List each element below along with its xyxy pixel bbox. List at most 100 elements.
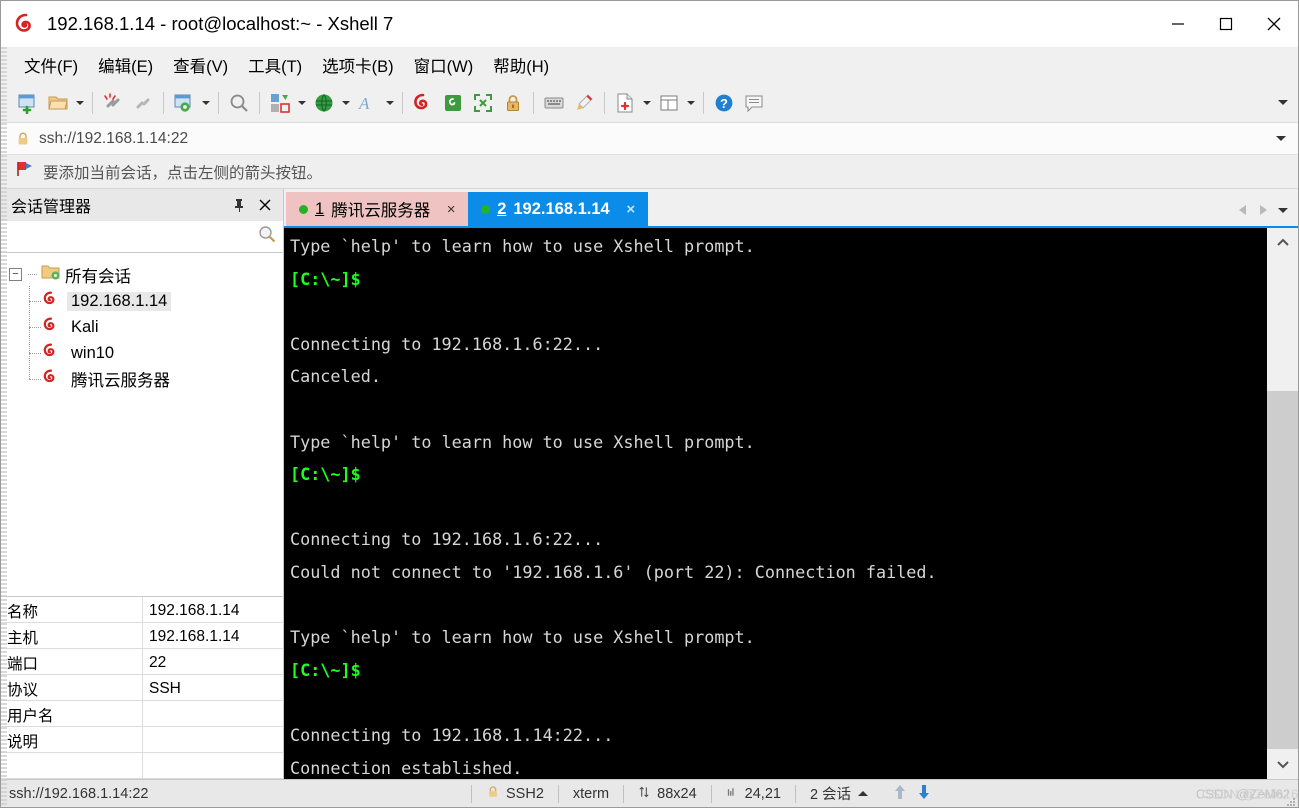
toolbar-separator	[604, 91, 605, 114]
xshell-session-icon	[41, 367, 61, 392]
address-dropdown-chevron-down-icon[interactable]	[1274, 130, 1288, 148]
svg-text:A: A	[358, 94, 370, 113]
status-sessions-label: 2 会话	[809, 787, 852, 803]
session-item-tencent-cloud[interactable]: 腾讯云服务器	[23, 366, 283, 392]
xshell-session-icon	[41, 341, 61, 366]
terminal-text: [C:\~]$	[290, 659, 361, 680]
menu-tabs[interactable]: 选项卡(B)	[313, 49, 403, 81]
menu-help[interactable]: 帮助(H)	[484, 49, 558, 81]
xshell-icon[interactable]	[408, 87, 438, 119]
watermark-text-alt: CSDN @Zelia162	[1201, 786, 1299, 801]
xftp-icon[interactable]	[438, 87, 468, 119]
terminal-line: Connecting to 192.168.1.6:22...	[290, 328, 1266, 361]
property-value: 192.168.1.14	[149, 601, 240, 619]
window-controls	[1154, 1, 1298, 47]
status-protocol-label: SSH2	[506, 785, 544, 802]
xshell-session-icon	[41, 289, 61, 314]
property-value: SSH	[149, 679, 181, 697]
terminal-output[interactable]: Type `help' to learn how to use Xshell p…	[284, 228, 1266, 779]
menu-file[interactable]: 文件(F)	[15, 49, 87, 81]
chevron-up-icon[interactable]	[857, 786, 869, 802]
title-bar: 192.168.1.14 - root@localhost:~ - Xshell…	[1, 1, 1298, 47]
find-icon[interactable]	[224, 87, 254, 119]
menu-window[interactable]: 窗口(W)	[405, 49, 483, 81]
chevron-left-icon[interactable]	[1234, 200, 1252, 220]
terminal-text: [C:\~]$	[290, 268, 361, 289]
new-tab-dropdown-icon[interactable]	[640, 87, 654, 119]
session-item-192-168-1-14[interactable]: 192.168.1.14	[23, 288, 283, 314]
close-button[interactable]	[1250, 1, 1298, 47]
new-session-icon[interactable]	[13, 87, 43, 119]
split-layout-icon[interactable]	[654, 87, 684, 119]
session-search-input[interactable]	[7, 228, 257, 245]
tab-status-dot-icon	[299, 204, 308, 214]
status-sessions[interactable]: 2 会话	[796, 780, 883, 808]
maximize-button[interactable]	[1202, 1, 1250, 47]
table-row: 用户名	[1, 701, 283, 727]
close-icon[interactable]: ×	[623, 201, 639, 218]
resize-grip-icon[interactable]	[1286, 795, 1296, 806]
chevron-right-icon[interactable]	[1254, 200, 1272, 220]
menu-view[interactable]: 查看(V)	[164, 49, 237, 81]
tree-dot-connector	[28, 274, 37, 275]
font-size-dropdown-icon[interactable]	[383, 87, 397, 119]
terminal-scrollbar[interactable]	[1266, 228, 1298, 779]
pin-icon[interactable]	[229, 195, 249, 215]
disconnect-icon[interactable]	[98, 87, 128, 119]
scrollbar-thumb[interactable]	[1267, 390, 1298, 749]
tree-expander-icon[interactable]: −	[9, 268, 22, 281]
toolbar-overflow-chevron-down-icon[interactable]	[1276, 94, 1290, 112]
globe-encoding-icon[interactable]	[309, 87, 339, 119]
help-icon[interactable]: ?	[709, 87, 739, 119]
reconnect-icon[interactable]	[128, 87, 158, 119]
scrollbar-track[interactable]	[1267, 258, 1298, 749]
session-properties-dropdown-icon[interactable]	[199, 87, 213, 119]
toolbar-separator	[259, 91, 260, 114]
minimize-button[interactable]	[1154, 1, 1202, 47]
property-key: 说明	[1, 727, 143, 752]
table-row: 主机 192.168.1.14	[1, 623, 283, 649]
font-size-icon[interactable]: A	[353, 87, 383, 119]
address-bar[interactable]: ssh://192.168.1.14:22	[1, 123, 1298, 155]
close-icon[interactable]	[255, 195, 275, 215]
chevron-up-icon[interactable]	[1267, 228, 1298, 258]
tree-children: 192.168.1.14 Kali win10 腾讯云服务器	[1, 286, 283, 392]
tab-192-168-1-14[interactable]: 2 192.168.1.14 ×	[468, 192, 648, 226]
session-item-kali[interactable]: Kali	[23, 314, 283, 340]
chevron-down-icon[interactable]	[1267, 749, 1298, 779]
status-terminal-type: xterm	[572, 785, 610, 802]
fullscreen-icon[interactable]	[468, 87, 498, 119]
toolbar-separator	[402, 91, 403, 114]
session-item-win10[interactable]: win10	[23, 340, 283, 366]
open-session-dropdown-icon[interactable]	[73, 87, 87, 119]
close-icon[interactable]: ×	[443, 201, 459, 218]
tree-root-all-sessions[interactable]: − 所有会话	[1, 261, 283, 288]
new-tab-icon[interactable]	[610, 87, 640, 119]
session-manager-header-buttons	[229, 195, 275, 215]
menu-tools[interactable]: 工具(T)	[239, 49, 311, 81]
terminal-text: Type `help' to learn how to use Xshell p…	[290, 236, 755, 256]
file-transfer-icon[interactable]	[265, 87, 295, 119]
open-session-icon[interactable]	[43, 87, 73, 119]
address-value: ssh://192.168.1.14:22	[39, 129, 189, 147]
session-search-bar[interactable]	[1, 221, 283, 253]
status-url: ssh://192.168.1.14:22	[9, 785, 149, 802]
session-item-label: 腾讯云服务器	[71, 372, 170, 390]
globe-encoding-dropdown-icon[interactable]	[339, 87, 353, 119]
session-properties-icon[interactable]	[169, 87, 199, 119]
terminal-area: Type `help' to learn how to use Xshell p…	[284, 226, 1298, 779]
lock-icon[interactable]	[498, 87, 528, 119]
chat-icon[interactable]	[739, 87, 769, 119]
tab-list-chevron-down-icon[interactable]	[1274, 200, 1292, 220]
keyboard-icon[interactable]	[539, 87, 569, 119]
menu-bar: 文件(F) 编辑(E) 查看(V) 工具(T) 选项卡(B) 窗口(W) 帮助(…	[1, 47, 1298, 83]
tab-tencent-cloud[interactable]: 1 腾讯云服务器 ×	[286, 192, 469, 226]
menu-edit[interactable]: 编辑(E)	[89, 49, 162, 81]
highlight-pen-icon[interactable]	[569, 87, 599, 119]
search-icon[interactable]	[257, 224, 277, 249]
upload-arrow-icon	[893, 784, 907, 804]
file-transfer-dropdown-icon[interactable]	[295, 87, 309, 119]
session-tree[interactable]: − 所有会话 192.168.1.14 Kali win10 腾讯云服务器	[1, 253, 283, 596]
split-layout-dropdown-icon[interactable]	[684, 87, 698, 119]
